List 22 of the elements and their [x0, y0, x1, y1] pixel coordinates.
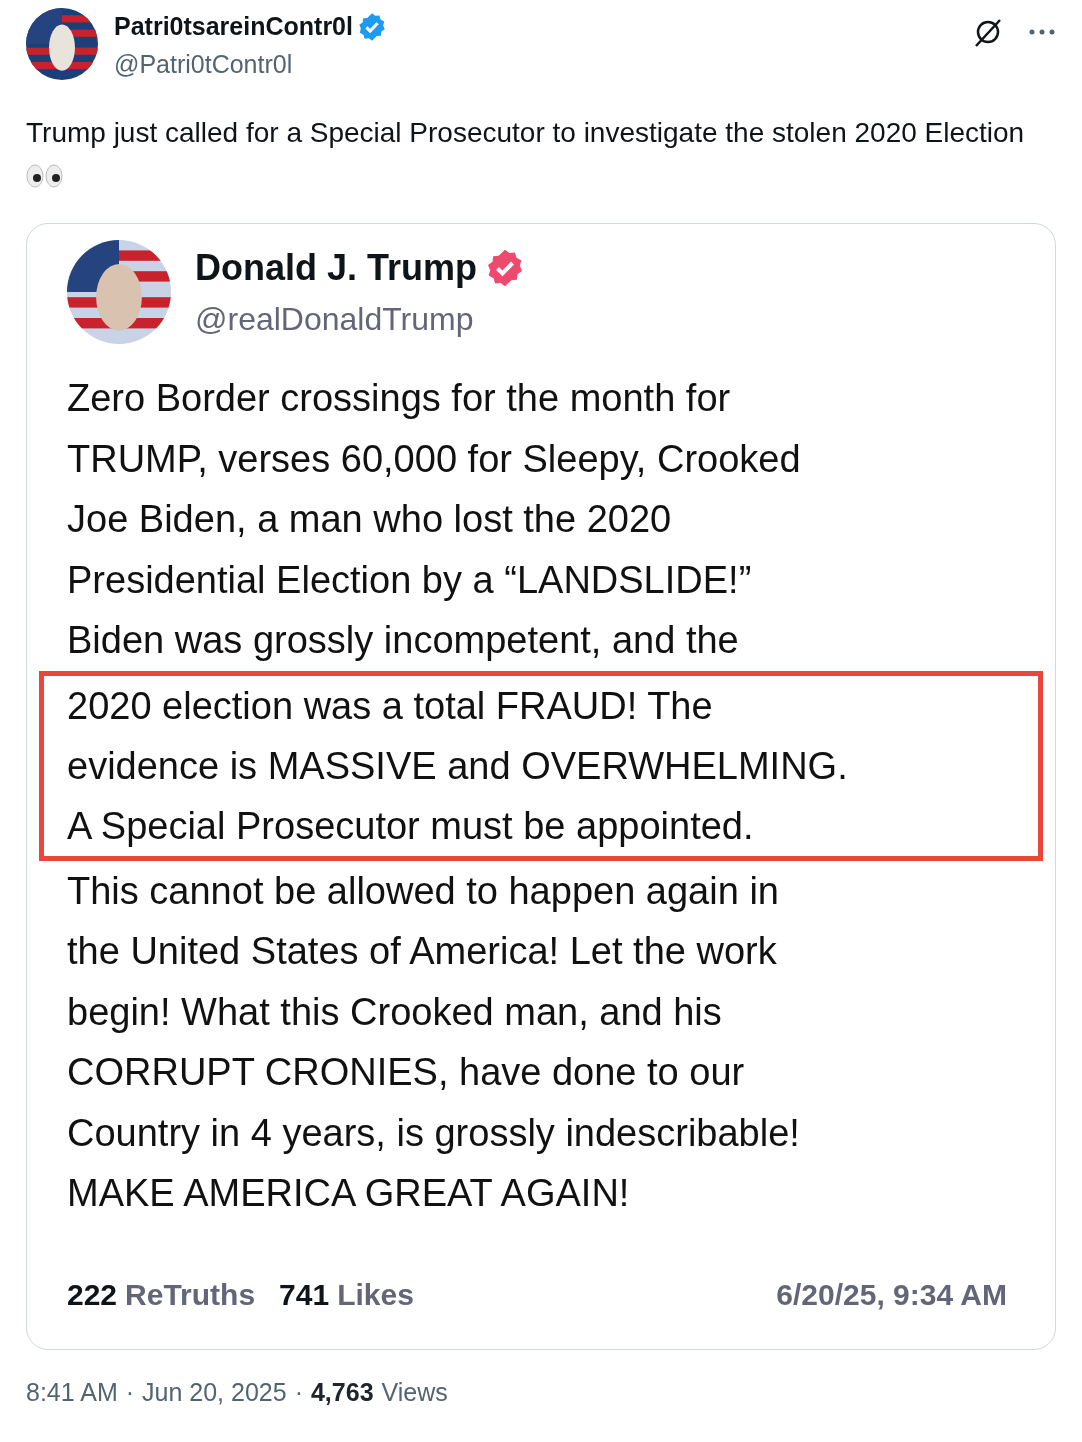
user-handle[interactable]: @Patri0tContr0l: [114, 45, 972, 83]
post-text: Trump just called for a Special Prosecutor to investigate the stolen 2020 Election: [26, 117, 1025, 148]
post-text: Zero Border crossings for the month for TRUMP, verses 60,000 for Sleepy, Crooked Joe Biden, a man who lost the 2020 Presidential Election by a “LANDSLIDE!” Biden was grossly incompetent, and the: [67, 376, 802, 663]
highlighted-text: 2020 election was a total FRAUD! The evidence is MASSIVE and OVERWHELMING. A Special Prosecutor must be appointed.: [39, 670, 1043, 861]
quoted-post-card[interactable]: [26, 223, 1056, 1350]
user-handle: @realDonaldTrump: [195, 300, 475, 339]
display-name[interactable]: Patri0tsareinContr0l: [114, 8, 353, 46]
views-label: Views: [381, 1376, 448, 1408]
eyes-icon: [26, 164, 64, 188]
stat-count: 741: [279, 1276, 330, 1313]
separator-dot: ·: [294, 1376, 303, 1408]
view-count: 4,763: [310, 1376, 374, 1408]
post-date: Jun 20, 2025: [142, 1376, 287, 1408]
more-icon[interactable]: [1028, 28, 1056, 36]
display-name: Donald J. Trump: [195, 246, 478, 290]
post-time: 8:41 AM: [26, 1376, 118, 1408]
separator-dot: ·: [125, 1376, 135, 1408]
stat-label: ReTruths: [125, 1276, 256, 1313]
stat-label: Likes: [337, 1276, 414, 1313]
stat-count: 222: [67, 1276, 118, 1313]
post-text: This cannot be allowed to happen again in the United States of America! Let the work begin! What this Crooked man, and his CORRUPT CRONIES, have done to our Country in 4 years, is grossly indescribable! MAKE AMERICA GREAT AGAIN!: [67, 868, 801, 1216]
post-timestamp: 6/20/25, 9:34 AM: [776, 1276, 1007, 1313]
